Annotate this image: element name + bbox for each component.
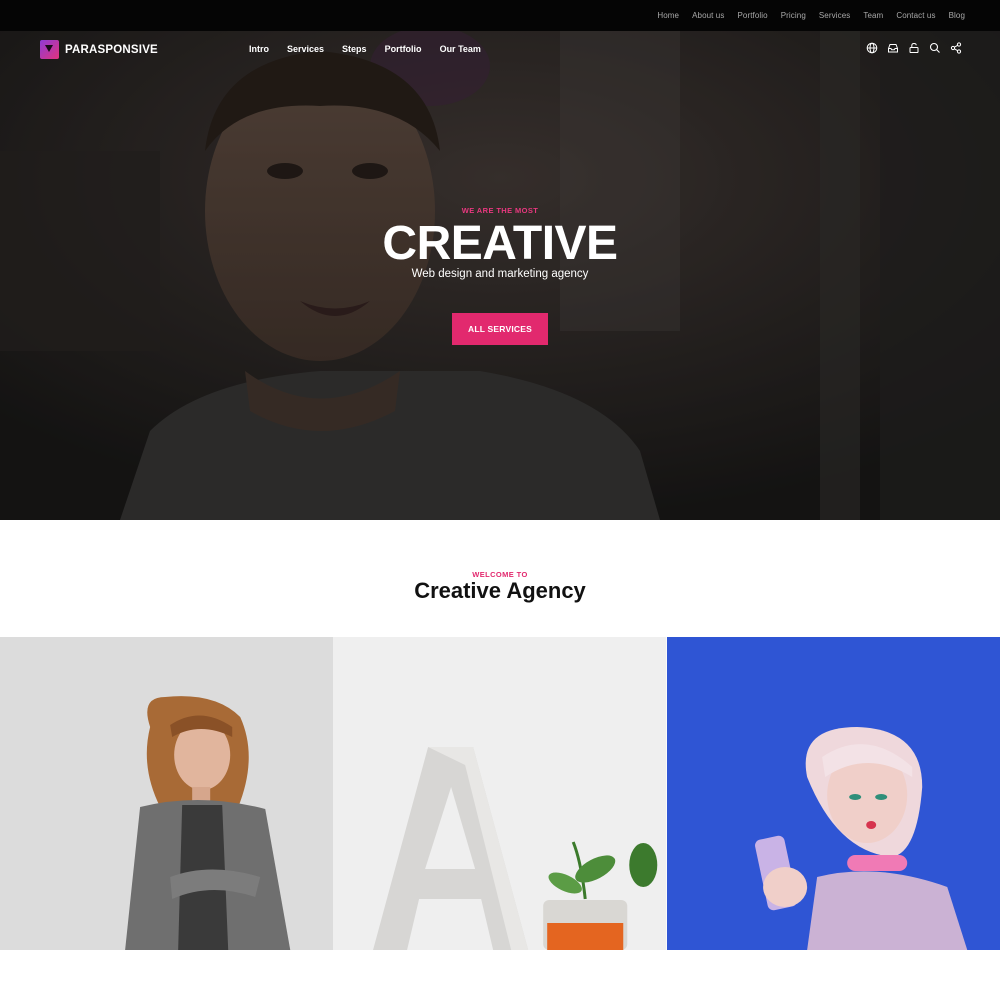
top-nav-portfolio[interactable]: Portfolio: [737, 11, 767, 20]
main-nav: Intro Services Steps Portfolio Our Team: [249, 44, 481, 54]
top-nav-contact[interactable]: Contact us: [896, 11, 935, 20]
lock-icon[interactable]: [908, 42, 920, 54]
nav-item-steps[interactable]: Steps: [342, 44, 367, 54]
brand-logo[interactable]: PARASPONSIVE: [40, 40, 158, 59]
top-nav-team[interactable]: Team: [863, 11, 883, 20]
hero-kicker: WE ARE THE MOST: [461, 206, 539, 215]
welcome-title: Creative Agency: [414, 578, 586, 603]
gallery-image-woman-cardigan: [0, 637, 334, 950]
nav-item-portfolio[interactable]: Portfolio: [385, 44, 422, 54]
top-nav-pricing[interactable]: Pricing: [781, 11, 806, 20]
share-icon[interactable]: [950, 42, 962, 54]
hero-subtitle: Web design and marketing agency: [411, 268, 589, 280]
top-nav: Home About us Portfolio Pricing Services…: [657, 0, 965, 31]
nav-item-services[interactable]: Services: [287, 44, 324, 54]
nav-item-intro[interactable]: Intro: [249, 44, 269, 54]
logo-mark-icon: [40, 40, 59, 59]
all-services-button[interactable]: ALL SERVICES: [452, 313, 548, 345]
brand-name: PARASPONSIVE: [65, 43, 158, 56]
gallery-image-letter-a: [333, 637, 667, 950]
top-nav-about[interactable]: About us: [692, 11, 724, 20]
nav-item-our-team[interactable]: Our Team: [440, 44, 481, 54]
image-gallery: [0, 637, 1000, 950]
welcome-section: WELCOME TO Creative Agency: [0, 520, 1000, 637]
search-icon[interactable]: [929, 42, 941, 54]
top-nav-services[interactable]: Services: [819, 11, 850, 20]
globe-icon[interactable]: [866, 42, 878, 54]
inbox-icon[interactable]: [887, 42, 899, 54]
main-header: PARASPONSIVE Intro Services Steps Portfo…: [0, 31, 1000, 69]
top-nav-blog[interactable]: Blog: [949, 11, 965, 20]
header-icons: [866, 42, 962, 54]
gallery-image-woman-blue: [666, 637, 1000, 950]
hero-section: PARASPONSIVE Intro Services Steps Portfo…: [0, 31, 1000, 520]
top-nav-home[interactable]: Home: [657, 11, 679, 20]
top-utility-bar: Home About us Portfolio Pricing Services…: [0, 0, 1000, 31]
hero-title: CREATIVE: [382, 217, 618, 270]
